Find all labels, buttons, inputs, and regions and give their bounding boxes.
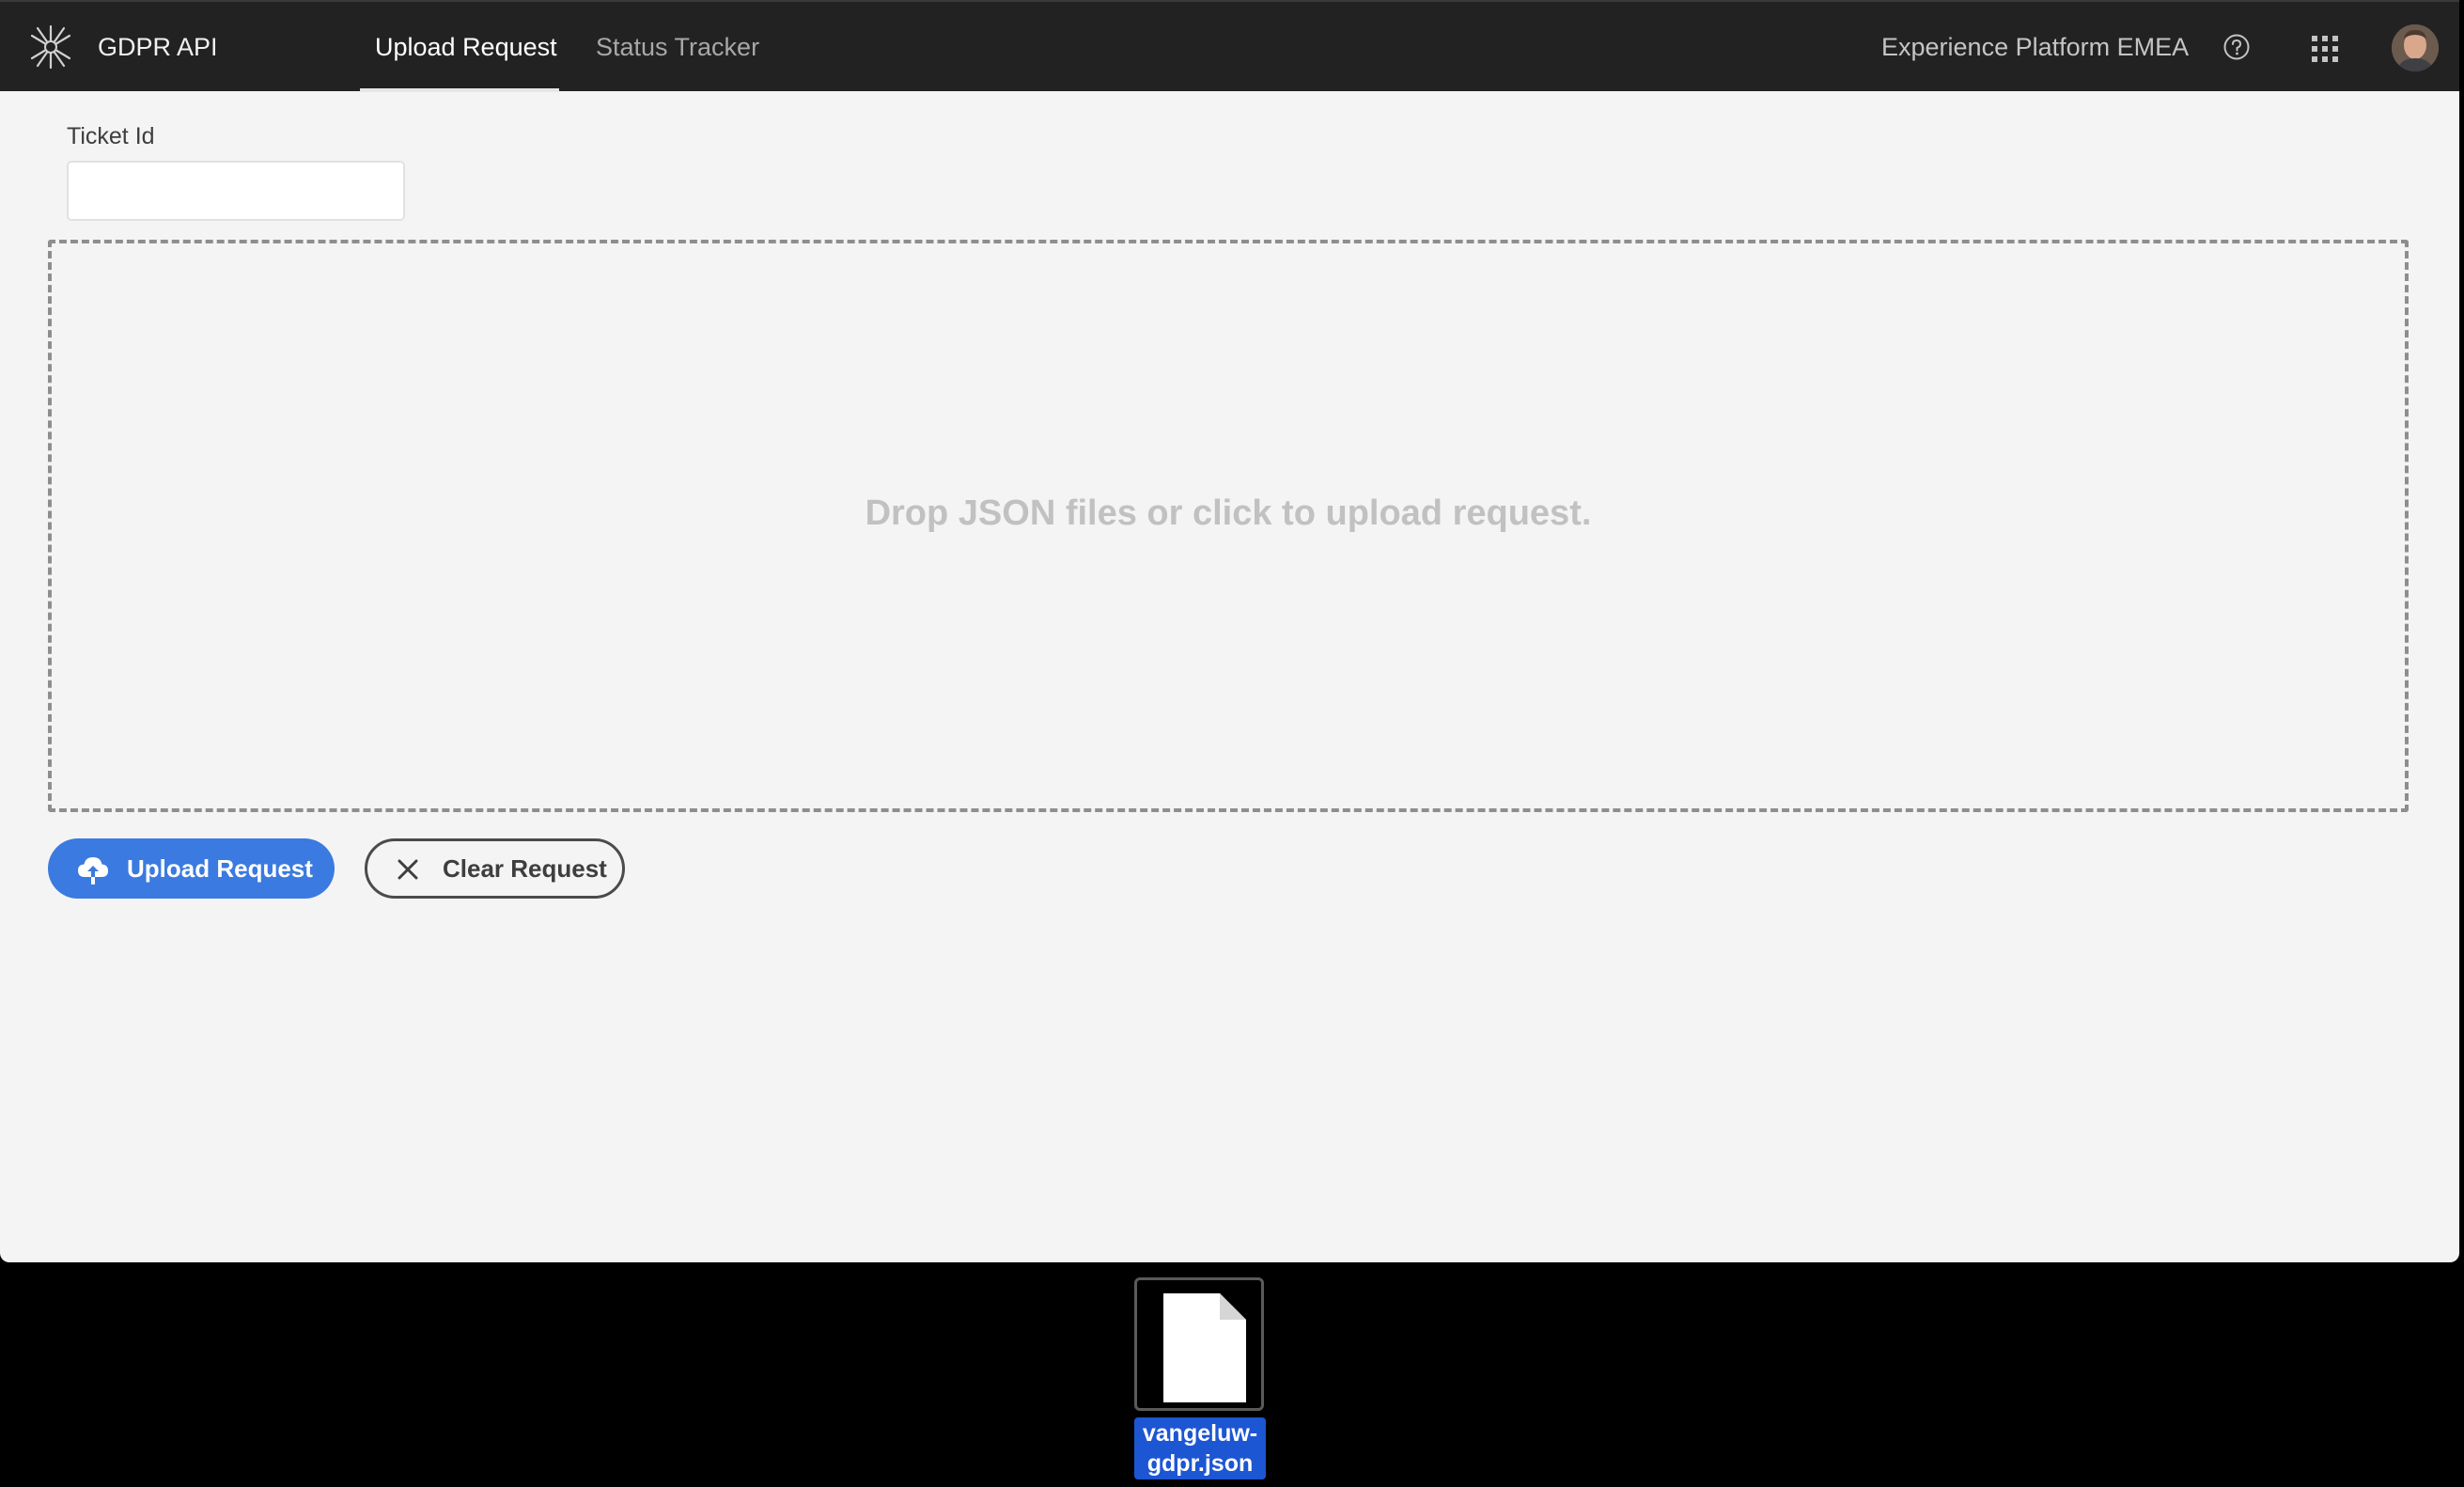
user-avatar[interactable] [2392, 24, 2439, 71]
upload-request-label: Upload Request [127, 854, 313, 883]
json-file-dropzone[interactable]: Drop JSON files or click to upload reque… [48, 240, 2409, 812]
tab-upload-request[interactable]: Upload Request [375, 2, 557, 91]
tab-label: Upload Request [375, 33, 557, 61]
active-tab-indicator [360, 88, 559, 92]
ticket-id-input[interactable] [67, 161, 405, 221]
clear-request-label: Clear Request [443, 854, 607, 883]
file-thumbnail [1134, 1277, 1264, 1411]
cloud-upload-icon [76, 854, 110, 884]
app-title: GDPR API [98, 33, 218, 61]
clear-request-button[interactable]: Clear Request [365, 838, 625, 899]
top-navigation-bar: GDPR API Upload Request Status Tracker E… [0, 0, 2459, 92]
dragged-json-file[interactable]: vangeluw- gdpr.json [1132, 1276, 1268, 1480]
document-file-icon [1163, 1293, 1246, 1402]
ticket-id-label: Ticket Id [67, 123, 155, 149]
upload-request-button[interactable]: Upload Request [48, 838, 335, 899]
tab-status-tracker[interactable]: Status Tracker [596, 2, 759, 91]
dropzone-instructions: Drop JSON files or click to upload reque… [865, 493, 1592, 533]
file-name-line-1: vangeluw- [1142, 1420, 1258, 1447]
app-grid-icon[interactable] [2311, 35, 2339, 63]
close-icon [398, 859, 418, 880]
tab-label: Status Tracker [596, 33, 760, 61]
file-name-line-2: gdpr.json [1146, 1450, 1254, 1477]
help-icon[interactable] [2222, 33, 2251, 61]
app-logo-icon[interactable] [26, 23, 75, 71]
org-region-switcher[interactable]: Experience Platform EMEA [1881, 32, 2189, 62]
app-window: GDPR API Upload Request Status Tracker E… [0, 0, 2459, 1262]
file-name-label: vangeluw- gdpr.json [1134, 1417, 1266, 1479]
